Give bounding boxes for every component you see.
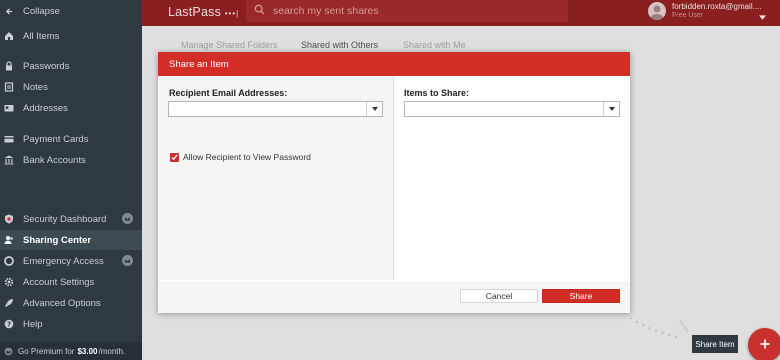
sidebar-item-passwords[interactable]: Passwords — [0, 56, 142, 76]
chevron-down-icon — [366, 102, 382, 116]
svg-text:?: ? — [7, 321, 11, 329]
sidebar-item-label: Collapse — [23, 5, 60, 17]
home-icon — [4, 31, 14, 41]
premium-price: $3.00 — [77, 346, 98, 356]
sidebar-item-label: Sharing Center — [23, 234, 92, 246]
dialog-title: Share an Item — [158, 52, 630, 76]
sidebar-item-label: Payment Cards — [23, 133, 89, 145]
chevron-down-icon — [759, 7, 766, 25]
recipient-label: Recipient Email Addresses: — [169, 88, 288, 98]
note-icon — [4, 82, 14, 92]
premium-badge-icon — [122, 213, 133, 224]
sidebar-item-label: Notes — [23, 81, 48, 93]
avatar — [648, 2, 666, 20]
sidebar-item-label: Addresses — [23, 102, 68, 114]
sidebar-item-notes[interactable]: Notes — [0, 77, 142, 97]
cancel-button[interactable]: Cancel — [460, 289, 538, 303]
sidebar-item-bank-accounts[interactable]: Bank Accounts — [0, 150, 142, 170]
sidebar-item-addresses[interactable]: Addresses — [0, 98, 142, 118]
premium-suffix: /month. — [98, 346, 126, 356]
share-button[interactable]: Share — [542, 289, 620, 303]
add-share-button[interactable] — [748, 328, 780, 360]
arrow-left-icon — [4, 6, 14, 16]
lastpass-logo[interactable]: LastPass •••| — [168, 5, 239, 19]
allow-view-password-option[interactable]: Allow Recipient to View Password — [170, 152, 311, 162]
lifebuoy-icon — [4, 256, 14, 266]
premium-icon — [4, 347, 13, 356]
sidebar: Collapse All Items Passwords Notes Addre… — [0, 0, 142, 360]
top-header: LastPass •••| forbidden.roxta@gmail.... … — [142, 0, 780, 26]
sidebar-item-label: Account Settings — [23, 276, 95, 288]
share-item-dialog: Share an Item Recipient Email Addresses:… — [158, 52, 630, 313]
dialog-footer: Cancel Share — [158, 281, 630, 313]
recipient-email-select[interactable] — [168, 101, 383, 117]
sidebar-item-label: All Items — [23, 30, 60, 42]
sidebar-item-advanced-options[interactable]: Advanced Options — [0, 293, 142, 313]
users-icon — [4, 235, 14, 245]
dialog-body: Recipient Email Addresses: Allow Recipie… — [158, 76, 630, 280]
share-item-tooltip: Share Item — [692, 335, 738, 353]
credit-card-icon — [4, 134, 14, 144]
go-premium-banner[interactable]: Go Premium for $3.00 /month. — [0, 342, 142, 360]
user-email: forbidden.roxta@gmail.... — [672, 2, 762, 11]
chevron-down-icon — [603, 102, 619, 116]
sidebar-collapse[interactable]: Collapse — [0, 1, 142, 21]
sidebar-item-emergency-access[interactable]: Emergency Access — [0, 251, 142, 271]
plus-icon — [760, 336, 770, 354]
recipient-panel: Recipient Email Addresses: Allow Recipie… — [158, 76, 394, 280]
sidebar-item-payment-cards[interactable]: Payment Cards — [0, 129, 142, 149]
sidebar-item-security-dashboard[interactable]: Security Dashboard — [0, 209, 142, 229]
sidebar-item-help[interactable]: ? Help — [0, 314, 142, 334]
shield-icon — [4, 214, 14, 224]
allow-view-password-checkbox[interactable] — [170, 152, 179, 162]
sidebar-item-label: Passwords — [23, 60, 70, 72]
sidebar-item-label: Help — [23, 318, 43, 330]
lock-icon — [4, 61, 14, 71]
gear-icon — [4, 277, 14, 287]
sidebar-item-sharing-center[interactable]: Sharing Center — [0, 230, 142, 250]
question-icon: ? — [4, 319, 14, 329]
items-panel: Items to Share: — [394, 76, 630, 280]
bank-icon — [4, 155, 14, 165]
allow-view-password-label: Allow Recipient to View Password — [183, 152, 311, 162]
search-icon — [254, 2, 265, 20]
items-label: Items to Share: — [404, 88, 470, 98]
sidebar-item-all-items[interactable]: All Items — [0, 26, 142, 46]
sidebar-item-account-settings[interactable]: Account Settings — [0, 272, 142, 292]
sidebar-item-label: Emergency Access — [23, 255, 104, 267]
address-card-icon — [4, 103, 14, 113]
user-menu[interactable]: forbidden.roxta@gmail.... Free User — [646, 1, 776, 23]
search-bar — [246, 0, 568, 22]
rocket-icon — [4, 298, 14, 308]
sidebar-item-label: Security Dashboard — [23, 213, 107, 225]
items-to-share-select[interactable] — [404, 101, 620, 117]
search-input[interactable] — [273, 5, 553, 17]
user-role: Free User — [672, 12, 704, 19]
sidebar-item-label: Bank Accounts — [23, 154, 86, 166]
premium-badge-icon — [122, 255, 133, 266]
tour-dotted-arrow — [629, 317, 689, 339]
premium-prefix: Go Premium for — [18, 346, 75, 356]
sidebar-item-label: Advanced Options — [23, 297, 101, 309]
